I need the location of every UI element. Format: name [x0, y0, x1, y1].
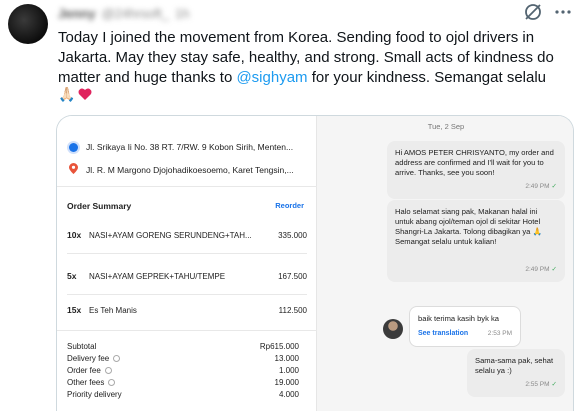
info-icon[interactable] — [104, 367, 112, 375]
tweet-actions-top — [523, 2, 573, 22]
divider — [67, 294, 307, 295]
item-qty: 15x — [67, 305, 82, 315]
chat-panel: Tue, 2 Sep Hi AMOS PETER CHRISYANTO, my … — [317, 116, 573, 411]
read-check-icon: ✓ — [551, 381, 557, 388]
red-heart-emoji — [77, 86, 93, 107]
author-name[interactable]: Jenny — [58, 6, 96, 21]
fee-label: Order fee — [67, 366, 101, 375]
item-price: 335.000 — [278, 230, 307, 240]
read-check-icon: ✓ — [551, 183, 557, 190]
message-text: Hi AMOS PETER CHRISYANTO, my order and a… — [395, 148, 554, 177]
fee-value: 4.000 — [278, 390, 299, 399]
fee-row-subtotal: Subtotal Rp615.000 — [67, 342, 299, 351]
mention-link[interactable]: @sighyam — [236, 69, 307, 86]
message-text: baik terima kasih byk ka — [418, 314, 500, 323]
tweet-time[interactable]: 1h — [175, 6, 189, 21]
fee-row-delivery: Delivery fee 13.000 — [67, 354, 299, 363]
author-row: Jenny @24hrsoft_ 1h — [58, 6, 189, 21]
author-handle[interactable]: @24hrsoft_ — [102, 6, 169, 21]
folded-hands-emoji: 🙏🏻 — [58, 86, 76, 102]
fee-value: 19.000 — [274, 378, 299, 387]
fee-value: 1.000 — [278, 366, 299, 375]
fee-row-priority: Priority delivery 4.000 — [67, 390, 299, 399]
message-text: Sama-sama pak, sehat selalu ya :) — [475, 356, 554, 375]
item-name: Es Teh Manis — [89, 305, 137, 315]
message-time: 2:53 PM — [487, 330, 512, 337]
more-icon[interactable] — [553, 2, 573, 22]
divider — [67, 253, 307, 254]
reorder-button[interactable]: Reorder — [275, 201, 304, 210]
divider — [57, 186, 317, 187]
divider — [57, 330, 317, 331]
dropoff-address: Jl. R. M Margono Djojohadikoesoemo, Kare… — [69, 163, 294, 176]
order-item: 5x NASI+AYAM GEPREK+TAHU/TEMPE 167.500 — [67, 271, 307, 281]
pickup-address-text: Jl. Srikaya Ii No. 38 RT. 7/RW. 9 Kobon … — [86, 142, 294, 152]
emoji-row: 🙏🏻 — [58, 86, 93, 107]
grok-icon[interactable] — [523, 2, 543, 22]
see-translation-link[interactable]: See translation — [418, 329, 468, 339]
tweet-text-part2: for your kindness. Semangat selalu — [307, 69, 547, 86]
order-item: 10x NASI+AYAM GORENG SERUNDENG+TAH... 33… — [67, 230, 307, 240]
order-panel: Jl. Srikaya Ii No. 38 RT. 7/RW. 9 Kobon … — [57, 116, 317, 411]
item-qty: 10x — [67, 230, 82, 240]
chat-message-out: Halo selamat siang pak, Makanan halal in… — [387, 200, 565, 282]
fee-row-order: Order fee 1.000 — [67, 366, 299, 375]
info-icon[interactable] — [108, 379, 116, 387]
fee-value: 13.000 — [274, 354, 299, 363]
fee-label: Subtotal — [67, 342, 97, 351]
item-name: NASI+AYAM GEPREK+TAHU/TEMPE — [89, 271, 226, 281]
item-name: NASI+AYAM GORENG SERUNDENG+TAH... — [89, 230, 252, 240]
read-check-icon: ✓ — [551, 266, 557, 273]
chat-message-in: baik terima kasih byk ka See translation… — [409, 306, 521, 347]
chat-message-out: Sama-sama pak, sehat selalu ya :) 2:55 P… — [467, 349, 565, 397]
message-time: 2:55 PM — [525, 381, 550, 388]
message-text: Halo selamat siang pak, Makanan halal in… — [395, 207, 542, 246]
chat-date: Tue, 2 Sep — [427, 122, 465, 131]
item-qty: 5x — [67, 271, 77, 281]
fee-label: Other fees — [67, 378, 105, 387]
order-summary-title: Order Summary — [67, 201, 132, 211]
info-icon[interactable] — [113, 355, 121, 363]
pickup-pin-icon — [69, 142, 78, 152]
item-price: 167.500 — [278, 271, 307, 281]
fee-row-other: Other fees 19.000 — [67, 378, 299, 387]
fee-label: Priority delivery — [67, 390, 122, 399]
dropoff-pin-icon — [69, 163, 78, 176]
attached-image[interactable]: Jl. Srikaya Ii No. 38 RT. 7/RW. 9 Kobon … — [56, 115, 574, 411]
author-avatar[interactable] — [8, 4, 48, 44]
message-time: 2:49 PM — [525, 266, 550, 273]
pickup-address: Jl. Srikaya Ii No. 38 RT. 7/RW. 9 Kobon … — [69, 142, 293, 152]
tweet-text: Today I joined the movement from Korea. … — [58, 28, 573, 88]
fee-label: Delivery fee — [67, 354, 110, 363]
dropoff-address-text: Jl. R. M Margono Djojohadikoesoemo, Kare… — [86, 164, 294, 175]
fee-value: Rp615.000 — [259, 342, 299, 351]
chat-message-out: Hi AMOS PETER CHRISYANTO, my order and a… — [387, 141, 565, 199]
driver-avatar[interactable] — [383, 319, 403, 339]
order-item: 15x Es Teh Manis 112.500 — [67, 305, 307, 315]
item-price: 112.500 — [278, 305, 307, 315]
message-time: 2:49 PM — [525, 183, 550, 190]
